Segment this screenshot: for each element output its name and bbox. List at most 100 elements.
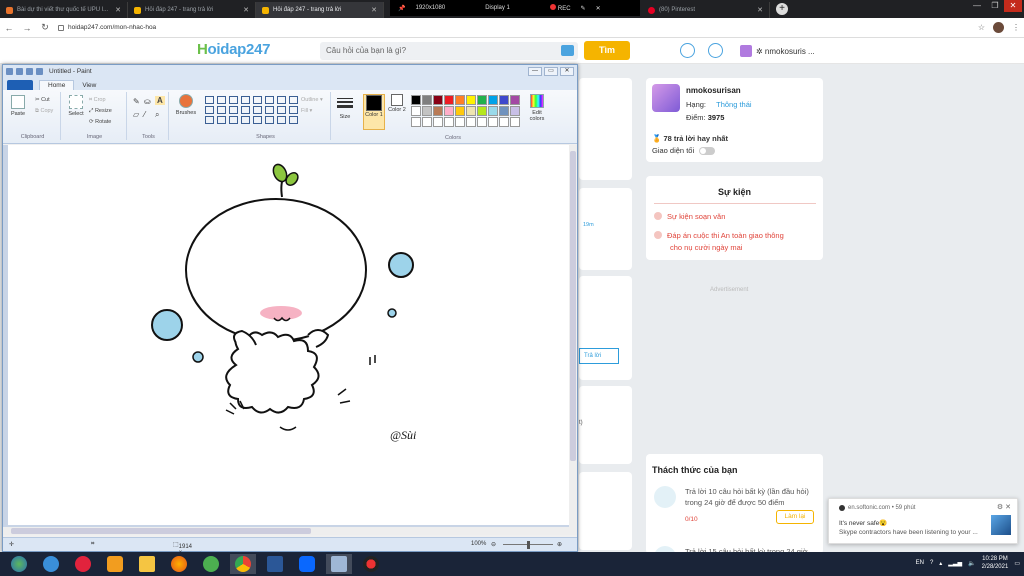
color-swatch[interactable] — [444, 95, 454, 105]
save-icon[interactable] — [16, 68, 23, 75]
redo-button[interactable]: Làm lại — [776, 510, 814, 524]
color-swatch[interactable] — [455, 106, 465, 116]
eraser-icon[interactable]: ▱ — [133, 110, 139, 119]
minimize-icon[interactable]: — — [528, 67, 542, 76]
brushes-button[interactable]: Brushes — [173, 94, 199, 116]
color-swatch[interactable] — [477, 117, 487, 127]
taskbar-app[interactable] — [198, 554, 224, 574]
cut-button[interactable]: ✂ Cut — [35, 97, 50, 103]
color-swatch[interactable] — [433, 106, 443, 116]
color-swatch[interactable] — [466, 95, 476, 105]
browser-tab-pinterest[interactable]: (80) Pinterest ✕ — [642, 2, 770, 18]
close-icon[interactable]: ✕ — [560, 67, 574, 76]
taskbar-firefox[interactable] — [166, 554, 192, 574]
taskbar-zalo[interactable] — [294, 554, 320, 574]
taskbar-media[interactable] — [102, 554, 128, 574]
menu-dots-icon[interactable]: ⋮ — [1012, 23, 1020, 32]
taskbar-recorder[interactable] — [358, 554, 384, 574]
color-picker-icon[interactable]: ⁄ — [144, 110, 145, 119]
pen-icon[interactable]: ✎ — [581, 5, 586, 12]
color-swatch[interactable] — [422, 106, 432, 116]
pencil-icon[interactable]: ✎ — [133, 97, 140, 106]
color-swatch[interactable] — [499, 117, 509, 127]
event-link-line2[interactable]: cho nụ cười ngày mai — [670, 243, 742, 252]
event-link[interactable]: Sự kiện soạn văn — [654, 212, 725, 221]
color-swatch[interactable] — [411, 117, 421, 127]
color2-selector[interactable]: Color 2 — [386, 94, 408, 130]
color-swatch[interactable] — [499, 106, 509, 116]
undo-icon[interactable] — [26, 68, 33, 75]
tray-chevron-icon[interactable]: ▴ — [939, 560, 942, 567]
color-swatch[interactable] — [466, 117, 476, 127]
fill-bucket-icon[interactable]: ⛀ — [144, 97, 151, 106]
tab-view[interactable]: View — [74, 81, 104, 90]
color-swatch[interactable] — [444, 117, 454, 127]
edit-colors-button[interactable]: Edit colors — [525, 94, 549, 122]
maximize-icon[interactable]: ❐ — [986, 0, 1004, 12]
rotate-button[interactable]: ⟳ Rotate — [89, 119, 111, 125]
horizontal-scrollbar[interactable] — [3, 527, 569, 535]
clock[interactable]: 10:28 PM 2/28/2021 — [982, 555, 1009, 571]
push-notification[interactable]: en.softonic.com • 59 phút ⚙ ✕ It's never… — [828, 498, 1018, 544]
browser-tab-3[interactable]: Hỏi đáp 247 - trang trả lời ✕ — [256, 2, 384, 18]
profile-name[interactable]: nmokosurisan — [686, 86, 741, 95]
fill-button[interactable]: Fill ▾ — [301, 108, 312, 114]
color-swatch[interactable] — [411, 106, 421, 116]
redo-icon[interactable] — [36, 68, 43, 75]
close-icon[interactable]: ✕ — [596, 5, 601, 12]
shapes-gallery[interactable] — [205, 96, 299, 124]
color-swatch[interactable] — [455, 117, 465, 127]
header-user[interactable]: ✲ nmokosuris ... — [740, 45, 815, 57]
browser-tab-1[interactable]: Bài dự thi viết thư quốc tế UPU l... ✕ — [0, 2, 128, 18]
reply-button[interactable]: Trả lời — [579, 348, 619, 364]
zoom-out-icon[interactable]: ⊖ — [491, 541, 496, 548]
close-icon[interactable]: ✕ — [1004, 0, 1022, 12]
event-link[interactable]: Đáp án cuộc thi An toàn giao thông — [654, 231, 784, 240]
dark-mode-toggle[interactable] — [699, 147, 716, 156]
color-swatch[interactable] — [433, 95, 443, 105]
color-swatch[interactable] — [510, 95, 520, 105]
taskbar-word[interactable] — [262, 554, 288, 574]
color-swatch[interactable] — [499, 95, 509, 105]
color-swatch[interactable] — [444, 106, 454, 116]
magnifier-icon[interactable]: ⌕ — [155, 110, 159, 120]
select-button[interactable]: Select — [66, 95, 86, 117]
color1-selector[interactable]: Color 1 — [363, 94, 385, 130]
color-swatch[interactable] — [433, 117, 443, 127]
new-tab-button[interactable]: + — [776, 3, 788, 15]
pin-icon[interactable]: 📌 — [398, 5, 405, 12]
close-icon[interactable]: ✕ — [1005, 504, 1011, 511]
gear-icon[interactable]: ⚙ — [997, 504, 1003, 511]
color-swatch[interactable] — [422, 95, 432, 105]
browser-tab-2[interactable]: Hỏi đáp 247 - trang trả lời ✕ — [128, 2, 256, 18]
drawing-canvas[interactable]: @Sùi — [8, 145, 569, 525]
camera-icon[interactable] — [561, 45, 574, 56]
back-arrow-icon[interactable]: ← — [0, 23, 18, 33]
color-swatch[interactable] — [411, 95, 421, 105]
taskbar-opera[interactable] — [70, 554, 96, 574]
network-icon[interactable]: ▂▃▅ — [948, 560, 962, 567]
color-swatch[interactable] — [488, 106, 498, 116]
star-icon[interactable]: ☆ — [978, 23, 985, 32]
profile-avatar[interactable] — [993, 22, 1004, 33]
color-swatch[interactable] — [422, 117, 432, 127]
site-logo[interactable]: Hoidap247 — [197, 41, 270, 58]
volume-icon[interactable]: 🔈 — [968, 560, 975, 567]
close-icon[interactable]: ✕ — [239, 6, 249, 14]
color-swatch[interactable] — [488, 117, 498, 127]
language-indicator[interactable]: EN — [916, 560, 924, 566]
start-button[interactable] — [6, 554, 32, 574]
vertical-scrollbar[interactable] — [569, 145, 577, 535]
profile-avatar[interactable] — [652, 84, 680, 112]
color-swatch[interactable] — [510, 117, 520, 127]
bell-icon[interactable] — [708, 43, 723, 58]
search-button[interactable]: Tìm — [584, 41, 630, 60]
taskbar-ie[interactable] — [38, 554, 64, 574]
paste-button[interactable]: Paste — [7, 95, 29, 117]
close-icon[interactable]: ✕ — [367, 6, 377, 14]
taskbar-explorer[interactable] — [134, 554, 160, 574]
color-swatch[interactable] — [455, 95, 465, 105]
tab-home[interactable]: Home — [39, 80, 75, 90]
maximize-icon[interactable]: ▭ — [544, 67, 558, 76]
notification-center-icon[interactable]: ▭ — [1014, 560, 1020, 567]
